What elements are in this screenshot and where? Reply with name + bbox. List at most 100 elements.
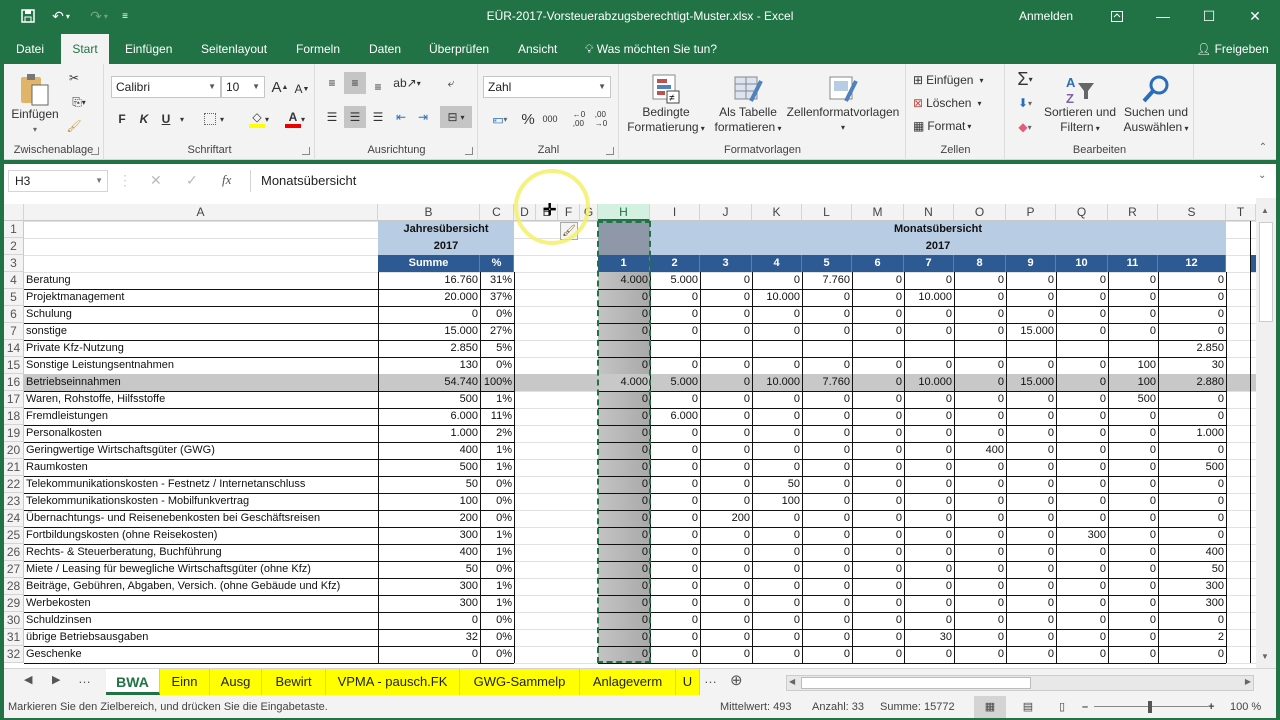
month-value-cell[interactable]: 0 — [904, 612, 954, 629]
month-value-cell[interactable]: 0 — [700, 578, 752, 595]
select-all-corner[interactable] — [4, 204, 24, 221]
month-value-cell[interactable]: 0 — [1056, 374, 1108, 391]
month-value-cell[interactable]: 0 — [1056, 289, 1108, 306]
month-value-cell[interactable]: 0 — [1108, 442, 1158, 459]
row-header-18[interactable]: 18 — [4, 408, 24, 425]
month-value-cell[interactable]: 0 — [700, 476, 752, 493]
annual-sum-cell[interactable]: 2.850 — [378, 340, 480, 357]
annual-sum-cell[interactable]: 50 — [378, 476, 480, 493]
row-header-21[interactable]: 21 — [4, 459, 24, 476]
month-value-cell[interactable]: 0 — [1006, 289, 1056, 306]
month-value-cell[interactable]: 7.760 — [802, 374, 852, 391]
month-value-cell[interactable]: 0 — [1108, 527, 1158, 544]
month-value-cell[interactable]: 0 — [700, 391, 752, 408]
format-painter-icon[interactable]: 🖌︎ — [64, 116, 84, 136]
month-value-cell[interactable]: 0 — [1006, 357, 1056, 374]
month-value-cell[interactable]: 0 — [752, 595, 802, 612]
month-value-cell[interactable]: 0 — [1158, 612, 1226, 629]
month-value-cell[interactable]: 0 — [1006, 646, 1056, 663]
horizontal-scrollbar[interactable]: ◀ ▶ — [786, 675, 1254, 691]
zoom-slider-thumb[interactable] — [1148, 701, 1152, 713]
month-header-5[interactable]: 5 — [802, 255, 852, 272]
row-header-14[interactable]: 14 — [4, 340, 24, 357]
month-value-cell[interactable]: 2.880 — [1158, 374, 1226, 391]
month-value-cell[interactable]: 0 — [802, 646, 852, 663]
column-header-i[interactable]: I — [650, 204, 700, 221]
month-value-cell[interactable]: 0 — [1108, 323, 1158, 340]
column-header-t[interactable]: T — [1226, 204, 1256, 221]
annual-percent-cell[interactable]: 0% — [480, 612, 514, 629]
month-value-cell[interactable]: 0 — [954, 544, 1006, 561]
month-value-cell[interactable]: 0 — [904, 527, 954, 544]
month-value-cell[interactable]: 0 — [1056, 391, 1108, 408]
month-value-cell[interactable]: 0 — [1056, 646, 1108, 663]
month-value-cell[interactable]: 0 — [1158, 442, 1226, 459]
month-value-cell[interactable]: 0 — [904, 391, 954, 408]
tab-ansicht[interactable]: Ansicht — [510, 34, 565, 64]
annual-percent-cell[interactable]: 37% — [480, 289, 514, 306]
month-value-cell[interactable]: 0 — [852, 612, 904, 629]
column-header-s[interactable]: S — [1158, 204, 1226, 221]
annual-percent-cell[interactable]: 1% — [480, 527, 514, 544]
month-value-cell[interactable]: 0 — [1056, 629, 1108, 646]
month-value-cell[interactable] — [954, 340, 1006, 357]
sheet-tab[interactable]: BWA — [106, 669, 160, 695]
align-left-icon[interactable]: ☰ — [322, 106, 342, 128]
cut-icon[interactable]: ✂ — [64, 68, 84, 88]
month-value-cell[interactable]: 0 — [1158, 510, 1226, 527]
month-value-cell[interactable]: 0 — [954, 459, 1006, 476]
month-value-cell[interactable]: 0 — [650, 391, 700, 408]
month-value-cell[interactable]: 0 — [1158, 391, 1226, 408]
month-value-cell[interactable]: 0 — [852, 493, 904, 510]
annual-sum-cell[interactable]: 0 — [378, 306, 480, 323]
underline-dropdown-icon[interactable]: ▾ — [177, 108, 187, 130]
month-value-cell[interactable]: 0 — [904, 646, 954, 663]
month-value-cell[interactable]: 0 — [700, 408, 752, 425]
align-top-icon[interactable]: ≡ — [322, 72, 342, 94]
sheet-tab[interactable]: U — [676, 669, 700, 695]
month-value-cell[interactable]: 0 — [904, 544, 954, 561]
minimize-button[interactable]: — — [1140, 0, 1186, 32]
month-value-cell[interactable]: 0 — [1108, 629, 1158, 646]
worksheet-grid[interactable]: A B C D E F G H I J K L M N O P Q R S T 1 2 3 4 5 6 7 14 15 16 17 18 19 2… — [4, 198, 1276, 668]
row-header-1[interactable]: 1 — [4, 221, 24, 238]
font-name-combo[interactable]: Calibri ▼ — [111, 76, 221, 98]
annual-sum-cell[interactable]: 300 — [378, 527, 480, 544]
month-value-cell[interactable] — [650, 340, 700, 357]
month-value-cell[interactable]: 15.000 — [1006, 323, 1056, 340]
annual-percent-cell[interactable]: 2% — [480, 425, 514, 442]
month-value-cell[interactable]: 0 — [700, 629, 752, 646]
month-value-cell[interactable]: 0 — [1108, 595, 1158, 612]
row-label[interactable]: Telekommunikationskosten - Festnetz / In… — [24, 476, 378, 493]
percent-column-header[interactable]: % — [480, 255, 514, 272]
bold-button[interactable]: F — [113, 108, 131, 130]
month-header-4[interactable]: 4 — [752, 255, 802, 272]
scroll-up-icon[interactable]: ▲ — [1261, 206, 1269, 215]
month-value-cell[interactable] — [752, 340, 802, 357]
month-value-cell[interactable]: 0 — [802, 578, 852, 595]
month-value-cell[interactable]: 0 — [904, 442, 954, 459]
month-value-cell[interactable]: 0 — [1006, 459, 1056, 476]
row-label[interactable]: Übernachtungs- und Reisenebenkosten bei … — [24, 510, 378, 527]
month-value-cell[interactable]: 0 — [802, 561, 852, 578]
month-value-cell[interactable]: 0 — [650, 646, 700, 663]
month-value-cell[interactable]: 0 — [650, 425, 700, 442]
annual-percent-cell[interactable]: 0% — [480, 629, 514, 646]
column-header-p[interactable]: P — [1006, 204, 1056, 221]
month-value-cell[interactable]: 0 — [650, 510, 700, 527]
month-value-cell[interactable]: 0 — [904, 357, 954, 374]
annual-sum-cell[interactable]: 1.000 — [378, 425, 480, 442]
annual-percent-cell[interactable]: 5% — [480, 340, 514, 357]
column-header-r[interactable]: R — [1108, 204, 1158, 221]
row-header-29[interactable]: 29 — [4, 595, 24, 612]
row-label[interactable]: Beiträge, Gebühren, Abgaben, Versich. (o… — [24, 578, 378, 595]
row-header-17[interactable]: 17 — [4, 391, 24, 408]
month-value-cell[interactable]: 0 — [852, 289, 904, 306]
column-header-m[interactable]: M — [852, 204, 904, 221]
row-header-16[interactable]: 16 — [4, 374, 24, 391]
month-value-cell[interactable]: 0 — [1056, 544, 1108, 561]
month-value-cell[interactable]: 300 — [1056, 527, 1108, 544]
annual-sum-cell[interactable]: 0 — [378, 612, 480, 629]
month-value-cell[interactable]: 0 — [904, 425, 954, 442]
month-value-cell[interactable]: 0 — [650, 629, 700, 646]
